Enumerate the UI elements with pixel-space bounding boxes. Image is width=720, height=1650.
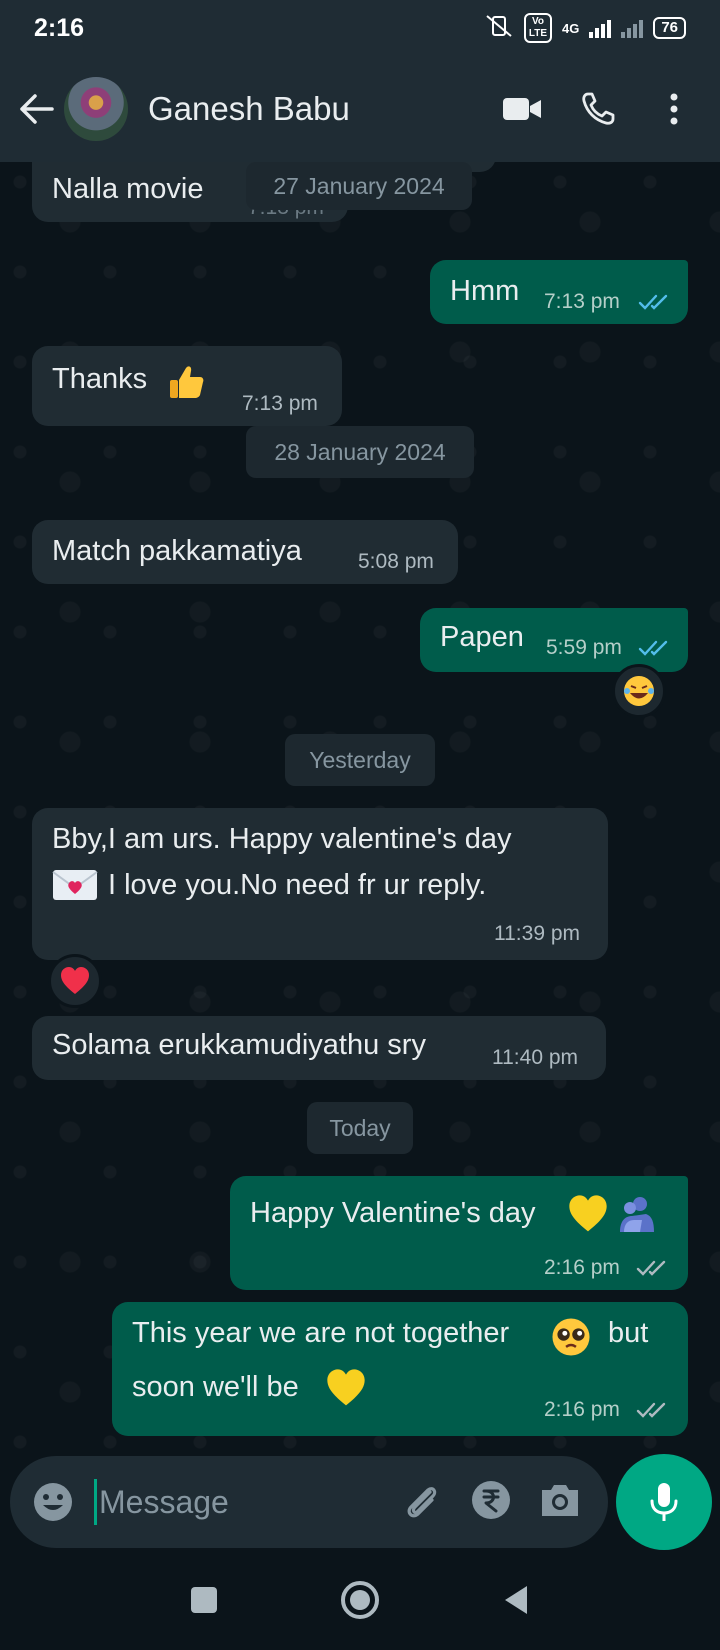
attach-button[interactable]	[400, 1478, 444, 1527]
emoji-button[interactable]	[30, 1479, 76, 1525]
more-options-button[interactable]	[650, 85, 698, 133]
message-text: Papen	[440, 621, 524, 653]
message-time: 2:16 pm	[544, 1398, 620, 1421]
red-heart-emoji-icon	[61, 967, 89, 994]
video-camera-icon	[503, 98, 541, 120]
kebab-menu-icon	[670, 93, 678, 125]
chat-area[interactable]: Nalla movie 7:13 pm 27 January 2024 Hmm …	[0, 162, 720, 1452]
yellow-heart-emoji-icon	[566, 1194, 610, 1239]
message-time: 5:08 pm	[358, 550, 434, 573]
message-outgoing[interactable]: This year we are not together but soon w…	[112, 1302, 688, 1436]
message-time: 11:40 pm	[492, 1046, 578, 1069]
message-time: 2:16 pm	[544, 1256, 620, 1279]
payment-button[interactable]	[470, 1479, 512, 1526]
message-text-line1: Bby,I am urs. Happy valentine's day	[52, 823, 512, 855]
smiley-icon	[34, 1483, 72, 1521]
message-time: 11:39 pm	[494, 922, 580, 945]
circle-home-icon	[341, 1581, 379, 1619]
message-composer	[10, 1456, 608, 1548]
date-chip: 27 January 2024	[246, 162, 472, 210]
recents-button[interactable]	[189, 1585, 219, 1620]
back-arrow-icon	[20, 94, 54, 124]
message-text-line2: soon we'll be	[132, 1371, 299, 1403]
reaction-badge[interactable]	[612, 664, 666, 718]
back-button[interactable]	[6, 78, 68, 140]
message-text: Match pakkamatiya	[52, 535, 302, 567]
network-type: 4G	[561, 20, 580, 36]
video-call-button[interactable]	[498, 85, 546, 133]
date-chip: Yesterday	[285, 734, 435, 786]
signal-2-icon	[621, 18, 644, 38]
camera-icon	[542, 1484, 578, 1516]
status-icons: Vo LTE 4G 76	[484, 13, 686, 43]
message-text: Happy Valentine's day	[250, 1197, 536, 1229]
love-letter-emoji-icon	[52, 868, 98, 907]
message-text-line2: I love you.No need fr ur reply.	[108, 869, 487, 901]
delivered-tick-icon	[636, 1260, 666, 1276]
voice-message-button[interactable]	[616, 1454, 712, 1550]
status-bar: 2:16 Vo LTE 4G 76	[0, 0, 720, 56]
rupee-icon	[472, 1480, 510, 1519]
system-nav-bar	[0, 1555, 720, 1650]
phone-icon	[582, 92, 615, 125]
message-text: Solama erukkamudiyathu sry	[52, 1029, 426, 1061]
contact-name[interactable]: Ganesh Babu	[148, 90, 350, 128]
people-hugging-emoji-icon	[616, 1194, 656, 1239]
message-incoming[interactable]: Match pakkamatiya 5:08 pm	[32, 520, 458, 584]
paperclip-icon	[407, 1486, 437, 1517]
back-nav-button[interactable]	[501, 1583, 531, 1622]
message-text-line1b: but	[608, 1317, 649, 1349]
reaction-badge[interactable]	[48, 954, 102, 1008]
message-text: Nalla movie	[52, 173, 204, 205]
message-outgoing[interactable]: Happy Valentine's day 2:16 pm	[230, 1176, 688, 1290]
message-outgoing[interactable]: Papen 5:59 pm	[420, 608, 688, 672]
signal-icon	[589, 18, 612, 38]
message-text: Hmm	[450, 275, 520, 307]
square-icon	[191, 1587, 217, 1613]
microphone-icon	[650, 1483, 678, 1521]
message-incoming[interactable]: Bby,I am urs. Happy valentine's day I lo…	[32, 808, 608, 960]
chat-header: Ganesh Babu	[0, 56, 720, 162]
message-time: 7:13 pm	[544, 290, 620, 313]
message-time: 7:13 pm	[242, 392, 318, 415]
text-caret	[94, 1479, 97, 1525]
status-time: 2:16	[34, 13, 85, 42]
voice-call-button[interactable]	[574, 85, 622, 133]
message-text: Thanks	[52, 363, 148, 395]
thumbs-up-emoji-icon	[166, 362, 206, 407]
battery-icon: 76	[653, 17, 686, 39]
message-incoming[interactable]: Solama erukkamudiyathu sry 11:40 pm	[32, 1016, 606, 1080]
message-text-line1: This year we are not together	[132, 1317, 510, 1349]
vibrate-off-icon	[484, 14, 514, 43]
date-chip: 28 January 2024	[246, 426, 474, 478]
message-time: 5:59 pm	[546, 636, 622, 659]
avatar[interactable]	[64, 77, 128, 141]
message-outgoing[interactable]: Hmm 7:13 pm	[430, 260, 688, 324]
read-receipt-icon	[638, 640, 668, 656]
volte-badge: Vo LTE	[523, 13, 552, 43]
camera-button[interactable]	[538, 1480, 582, 1525]
message-incoming[interactable]: Thanks 7:13 pm	[32, 346, 342, 426]
date-chip: Today	[307, 1102, 413, 1154]
triangle-back-icon	[505, 1586, 527, 1614]
delivered-tick-icon	[636, 1402, 666, 1418]
read-receipt-icon	[638, 294, 668, 310]
laughing-tears-emoji-icon	[624, 676, 654, 706]
pleading-face-emoji-icon	[550, 1316, 592, 1363]
home-button[interactable]	[339, 1579, 381, 1626]
yellow-heart-emoji-icon	[324, 1368, 368, 1413]
message-input[interactable]	[99, 1483, 349, 1521]
